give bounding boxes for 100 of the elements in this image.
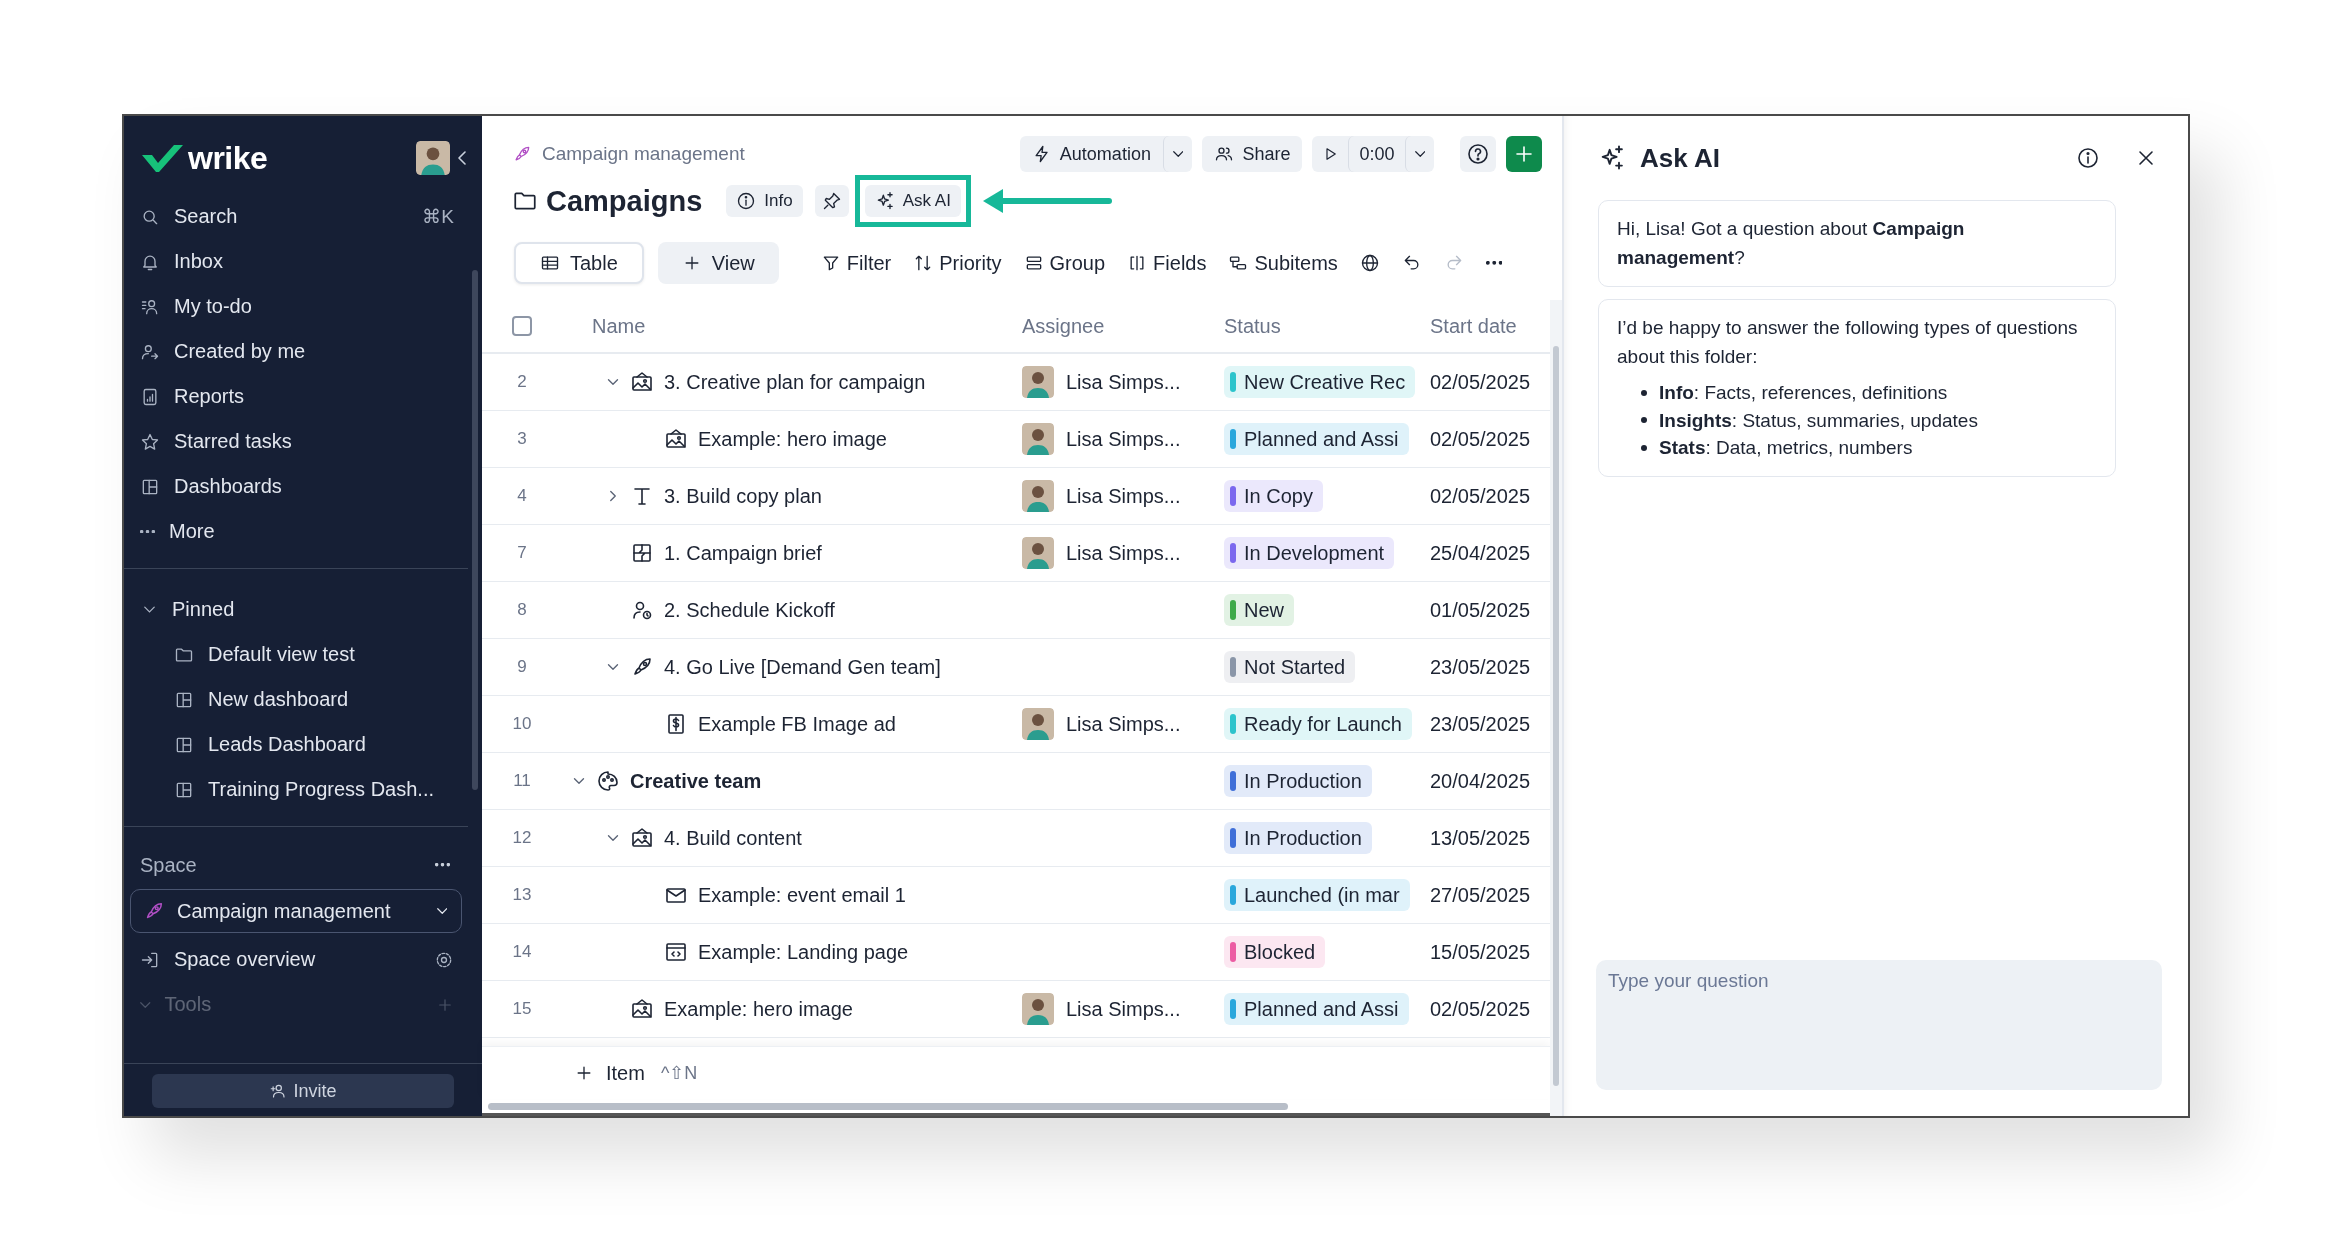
pin-button[interactable] bbox=[814, 185, 849, 217]
task-name[interactable]: Example: Landing page bbox=[698, 940, 909, 964]
status-tag[interactable]: In Copy bbox=[1224, 480, 1323, 512]
toolbar-button[interactable]: Filter bbox=[814, 247, 898, 279]
pin-icon bbox=[821, 191, 842, 211]
add-item-button[interactable]: Item bbox=[574, 1061, 645, 1085]
pinned-header[interactable]: Pinned bbox=[124, 587, 468, 632]
scrollbar-thumb[interactable] bbox=[1553, 346, 1559, 1086]
select-all-checkbox[interactable] bbox=[512, 316, 532, 336]
message-text: I’d be happy to answer the following types of questions about this folder: bbox=[1617, 316, 2079, 369]
task-name[interactable]: Example: hero image bbox=[698, 427, 887, 451]
nav-item[interactable]: Search ⌘K bbox=[124, 194, 468, 239]
start-date: 27/05/2025 bbox=[1430, 883, 1532, 907]
start-date: 01/05/2025 bbox=[1430, 598, 1532, 622]
share-button[interactable]: Share bbox=[1202, 136, 1303, 172]
row-number: 14 bbox=[511, 942, 533, 962]
row-number: 13 bbox=[511, 885, 533, 905]
status-tag[interactable]: In Production bbox=[1224, 765, 1372, 797]
assignee-name: Lisa Simps... bbox=[1066, 370, 1181, 394]
avatar bbox=[1022, 423, 1054, 455]
status-tag[interactable]: New bbox=[1224, 594, 1294, 626]
column-header[interactable]: Start date bbox=[1430, 314, 1550, 338]
status-tag[interactable]: New Creative Rec bbox=[1224, 366, 1416, 398]
start-date: 15/05/2025 bbox=[1430, 940, 1532, 964]
status-tag[interactable]: Planned and Assi bbox=[1224, 993, 1409, 1025]
row-number: 4 bbox=[516, 486, 528, 506]
nav-item[interactable]: More bbox=[124, 509, 468, 554]
task-name[interactable]: Example: hero image bbox=[664, 997, 853, 1021]
status-tag[interactable]: Ready for Launch bbox=[1224, 708, 1412, 740]
task-name[interactable]: 2. Schedule Kickoff bbox=[664, 598, 835, 622]
chevron-down-icon bbox=[436, 908, 447, 914]
toolbar-button[interactable]: Subitems bbox=[1222, 247, 1344, 279]
start-date: 13/05/2025 bbox=[1430, 826, 1532, 850]
column-header[interactable]: Name bbox=[562, 314, 1022, 338]
nav-item[interactable]: Created by me bbox=[124, 329, 468, 374]
task-name[interactable]: 1. Campaign brief bbox=[664, 541, 822, 565]
image-icon bbox=[664, 427, 688, 451]
status-tag[interactable]: Launched (in mar bbox=[1224, 879, 1410, 911]
logo-text: wrike bbox=[188, 139, 268, 177]
start-date: 02/05/2025 bbox=[1430, 484, 1532, 508]
pinned-item[interactable]: Leads Dashboard bbox=[124, 722, 468, 767]
code-window-icon bbox=[664, 940, 688, 964]
column-header[interactable]: Status bbox=[1224, 314, 1430, 338]
toolbar-button[interactable]: Priority bbox=[907, 247, 1008, 279]
globe-icon bbox=[1359, 253, 1380, 273]
status-tag[interactable]: In Production bbox=[1224, 822, 1372, 854]
scrollbar-thumb[interactable] bbox=[488, 1102, 1288, 1110]
column-header[interactable]: Assignee bbox=[1022, 314, 1224, 338]
pinned-item[interactable]: Training Progress Dash... bbox=[124, 767, 468, 812]
user-avatar bbox=[416, 141, 450, 175]
task-name[interactable]: Creative team bbox=[630, 769, 762, 793]
nav-item[interactable]: Space overview bbox=[124, 937, 468, 982]
info-button[interactable]: Info bbox=[726, 185, 803, 217]
star-icon bbox=[140, 431, 160, 452]
row-number: 7 bbox=[516, 543, 528, 563]
task-name[interactable]: Example FB Image ad bbox=[698, 712, 896, 736]
help-button[interactable] bbox=[1460, 136, 1496, 172]
assignee-name: Lisa Simps... bbox=[1066, 997, 1181, 1021]
avatar bbox=[1022, 480, 1054, 512]
section-title: Space bbox=[140, 853, 197, 877]
bullet-icon bbox=[1641, 444, 1647, 451]
palette-icon bbox=[596, 769, 620, 793]
toolbar-button[interactable]: Group bbox=[1017, 247, 1112, 279]
nav-item[interactable]: Reports bbox=[124, 374, 468, 419]
assignee-name: Lisa Simps... bbox=[1066, 712, 1181, 736]
status-tag[interactable]: Not Started bbox=[1224, 651, 1356, 683]
space-selector[interactable]: Campaign management bbox=[130, 889, 462, 933]
invite-button[interactable]: Invite bbox=[152, 1074, 454, 1108]
start-date: 25/04/2025 bbox=[1430, 541, 1532, 565]
chevron-down-icon bbox=[1414, 151, 1425, 157]
add-button[interactable] bbox=[1506, 136, 1542, 172]
nav-item[interactable]: My to-do bbox=[124, 284, 468, 329]
status-tag[interactable]: Blocked bbox=[1224, 936, 1326, 968]
row-number: 8 bbox=[516, 600, 528, 620]
question-input[interactable]: Type your question bbox=[1596, 960, 2162, 1090]
check-logo-icon bbox=[140, 143, 184, 173]
status-tag[interactable]: Planned and Assi bbox=[1224, 423, 1409, 455]
nav-item[interactable]: Starred tasks bbox=[124, 419, 468, 464]
nav-item[interactable]: Dashboards bbox=[124, 464, 468, 509]
view-tab[interactable]: Table bbox=[514, 242, 644, 284]
start-date: 02/05/2025 bbox=[1430, 997, 1532, 1021]
row-number: 3 bbox=[516, 429, 528, 449]
row-number: 15 bbox=[511, 999, 533, 1019]
nav-item[interactable]: Inbox bbox=[124, 239, 468, 284]
ask-ai-button[interactable]: Ask AI bbox=[864, 185, 961, 217]
task-name[interactable]: 3. Creative plan for campaign bbox=[664, 370, 926, 394]
pinned-item[interactable]: Default view test bbox=[124, 632, 468, 677]
add-view-button[interactable]: View bbox=[657, 242, 779, 284]
breadcrumb[interactable]: Campaign management bbox=[512, 143, 745, 165]
shortcut-hint: ^⇧N bbox=[660, 1062, 698, 1084]
start-date: 02/05/2025 bbox=[1430, 427, 1532, 451]
avatar bbox=[1022, 537, 1054, 569]
pinned-item[interactable]: New dashboard bbox=[124, 677, 468, 722]
task-name[interactable]: 3. Build copy plan bbox=[664, 484, 822, 508]
task-name[interactable]: 4. Go Live [Demand Gen team] bbox=[664, 655, 941, 679]
task-name[interactable]: 4. Build content bbox=[664, 826, 802, 850]
bullet-text: Insights: Status, summaries, updates bbox=[1659, 408, 1978, 433]
status-tag[interactable]: In Development bbox=[1224, 537, 1395, 569]
toolbar-button[interactable]: Fields bbox=[1121, 247, 1213, 279]
task-name[interactable]: Example: event email 1 bbox=[698, 883, 906, 907]
